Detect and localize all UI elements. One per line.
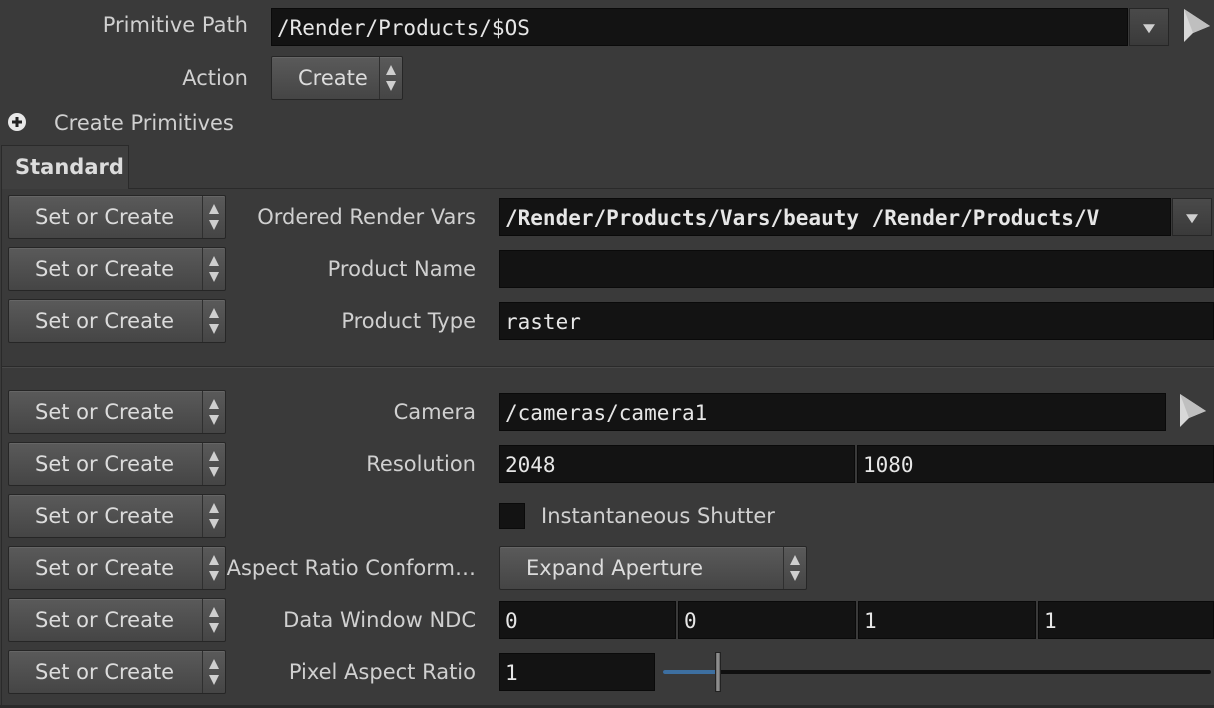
select-arrow-icon[interactable] bbox=[1180, 6, 1212, 46]
data-window-ndc-mode-menu[interactable]: Set or Create bbox=[8, 598, 226, 642]
instantaneous-shutter-mode-menu[interactable]: Set or Create bbox=[8, 494, 226, 538]
product-name-label: Product Name bbox=[327, 257, 476, 281]
create-primitives-toggle[interactable]: Create Primitives bbox=[54, 111, 234, 135]
action-menu[interactable]: Create bbox=[271, 56, 403, 100]
mode-menu-value: Set or Create bbox=[35, 205, 175, 229]
instantaneous-shutter-label: Instantaneous Shutter bbox=[541, 504, 775, 528]
mode-spinner-icon bbox=[202, 651, 225, 693]
aspect-ratio-conform-menu[interactable]: Expand Aperture bbox=[499, 546, 807, 590]
primitive-path-input[interactable]: /Render/Products/$OS bbox=[271, 8, 1128, 46]
ordered-render-vars-input[interactable]: /Render/Products/Vars/beauty /Render/Pro… bbox=[499, 198, 1171, 236]
resolution-width-input[interactable]: 2048 bbox=[499, 445, 855, 483]
mode-menu-value: Set or Create bbox=[35, 452, 175, 476]
product-type-mode-menu[interactable]: Set or Create bbox=[8, 299, 226, 343]
panel-left-edge bbox=[1, 188, 2, 708]
data-window-ndc-x-max-input[interactable]: 1 bbox=[858, 601, 1036, 639]
ordered-render-vars-label: Ordered Render Vars bbox=[257, 205, 476, 229]
camera-select-arrow-icon[interactable] bbox=[1176, 391, 1208, 431]
slider-handle[interactable] bbox=[715, 652, 721, 692]
mode-spinner-icon bbox=[202, 495, 225, 537]
resolution-height-input[interactable]: 1080 bbox=[857, 445, 1214, 483]
aspect-ratio-conform-mode-menu[interactable]: Set or Create bbox=[8, 546, 226, 590]
action-label: Action bbox=[182, 66, 248, 90]
mode-menu-value: Set or Create bbox=[35, 309, 175, 333]
instantaneous-shutter-checkbox[interactable] bbox=[499, 503, 525, 529]
action-menu-value: Create bbox=[298, 66, 368, 90]
tab-divider bbox=[129, 188, 1214, 189]
section-separator-highlight bbox=[2, 367, 1214, 368]
action-menu-spinner-icon bbox=[379, 57, 402, 99]
camera-input[interactable]: /cameras/camera1 bbox=[499, 393, 1166, 431]
mode-menu-value: Set or Create bbox=[35, 660, 175, 684]
camera-mode-menu[interactable]: Set or Create bbox=[8, 390, 226, 434]
tab-standard-label: Standard bbox=[15, 155, 124, 179]
pixel-aspect-ratio-input[interactable]: 1 bbox=[499, 653, 655, 691]
mode-spinner-icon bbox=[202, 196, 225, 238]
mode-spinner-icon bbox=[202, 300, 225, 342]
aspect-ratio-spinner-icon bbox=[783, 547, 806, 589]
mode-menu-value: Set or Create bbox=[35, 400, 175, 424]
mode-spinner-icon bbox=[202, 443, 225, 485]
product-name-input[interactable] bbox=[499, 250, 1214, 288]
pixel-aspect-ratio-mode-menu[interactable]: Set or Create bbox=[8, 650, 226, 694]
pixel-aspect-ratio-label: Pixel Aspect Ratio bbox=[288, 660, 476, 684]
aspect-ratio-conform-label: Aspect Ratio Conform… bbox=[226, 556, 476, 580]
mode-menu-value: Set or Create bbox=[35, 556, 175, 580]
mode-menu-value: Set or Create bbox=[35, 504, 175, 528]
slider-fill bbox=[663, 670, 718, 674]
aspect-ratio-conform-value: Expand Aperture bbox=[526, 556, 704, 580]
mode-spinner-icon bbox=[202, 248, 225, 290]
ordered-render-vars-mode-menu[interactable]: Set or Create bbox=[8, 195, 226, 239]
ordered-render-vars-dropdown-button[interactable] bbox=[1172, 198, 1212, 236]
primitive-path-label: Primitive Path bbox=[102, 13, 248, 37]
mode-spinner-icon bbox=[202, 599, 225, 641]
primitive-path-dropdown-button[interactable] bbox=[1129, 8, 1169, 46]
mode-spinner-icon bbox=[202, 547, 225, 589]
data-window-ndc-y-min-input[interactable]: 0 bbox=[678, 601, 856, 639]
pixel-aspect-ratio-slider[interactable] bbox=[663, 652, 1211, 692]
mode-spinner-icon bbox=[202, 391, 225, 433]
data-window-ndc-label: Data Window NDC bbox=[283, 608, 476, 632]
plus-circle-icon[interactable] bbox=[7, 112, 27, 132]
mode-menu-value: Set or Create bbox=[35, 608, 175, 632]
product-name-mode-menu[interactable]: Set or Create bbox=[8, 247, 226, 291]
data-window-ndc-y-max-input[interactable]: 1 bbox=[1038, 601, 1214, 639]
resolution-mode-menu[interactable]: Set or Create bbox=[8, 442, 226, 486]
product-type-input[interactable]: raster bbox=[499, 302, 1214, 340]
product-type-label: Product Type bbox=[341, 309, 476, 333]
resolution-label: Resolution bbox=[366, 452, 476, 476]
tab-standard[interactable]: Standard bbox=[1, 145, 129, 189]
slider-track bbox=[663, 670, 1211, 674]
mode-menu-value: Set or Create bbox=[35, 257, 175, 281]
camera-label: Camera bbox=[393, 400, 476, 424]
data-window-ndc-x-min-input[interactable]: 0 bbox=[499, 601, 676, 639]
